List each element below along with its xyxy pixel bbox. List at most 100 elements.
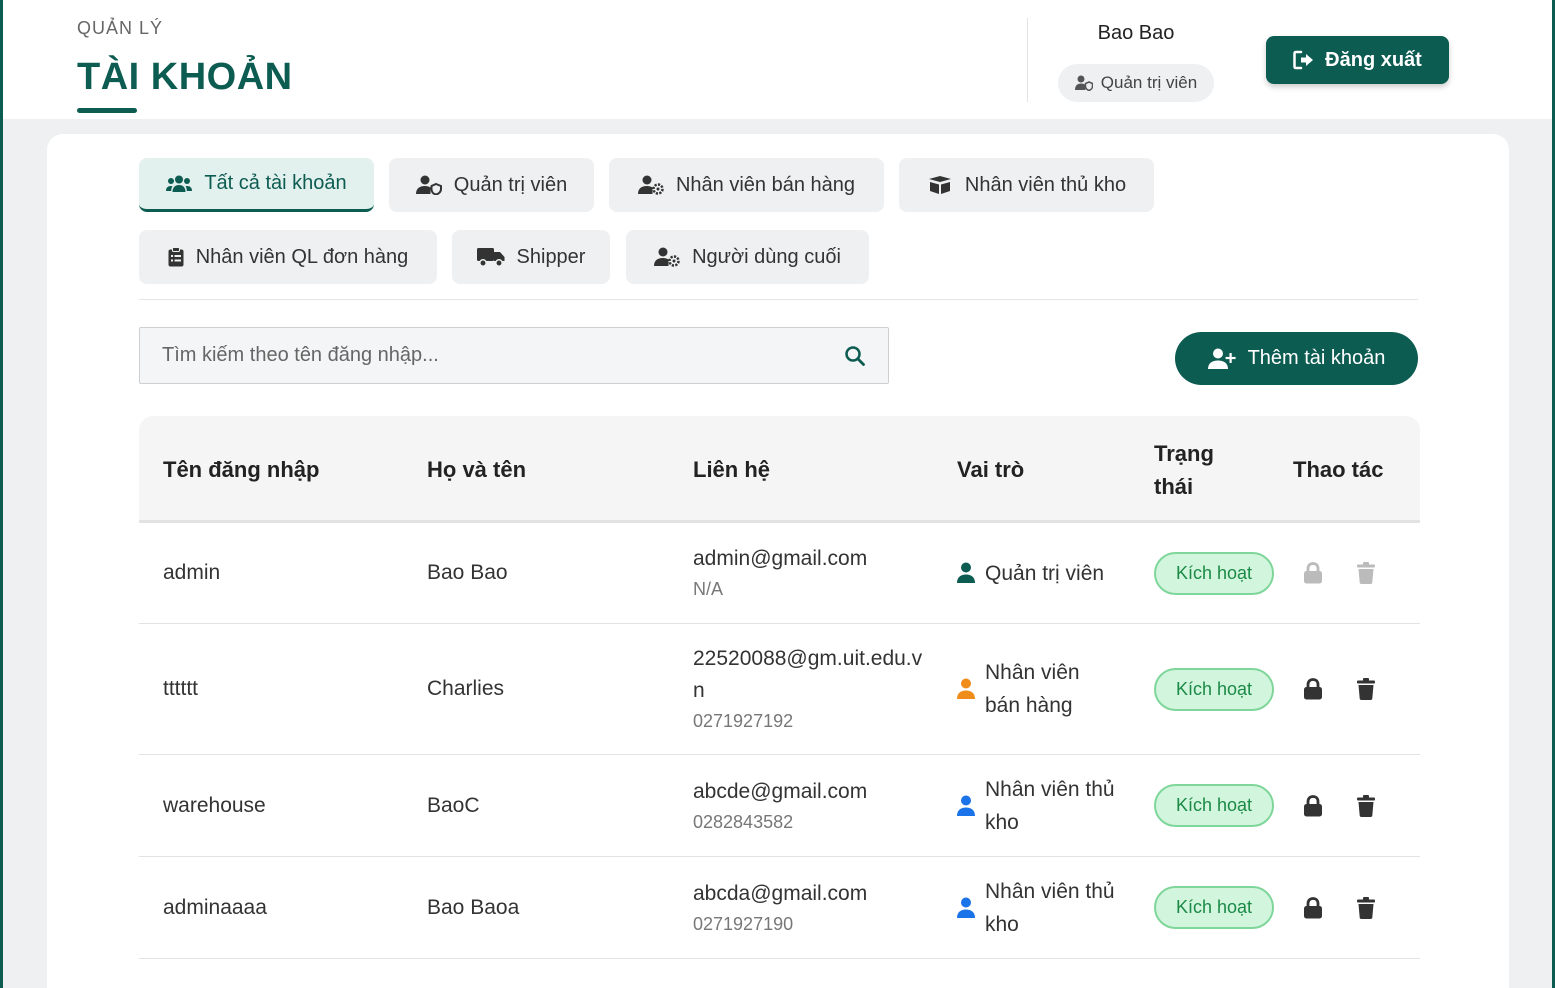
title-underline: [77, 108, 137, 113]
cell-status: Kích hoạt: [1154, 857, 1279, 958]
tab-order-staff[interactable]: Nhân viên QL đơn hàng: [139, 230, 437, 284]
contact-phone: 0271927190: [693, 913, 794, 934]
tab-sales-staff[interactable]: Nhân viên bán hàng: [609, 158, 884, 212]
cell-username: admin: [163, 561, 221, 584]
current-user-name: Bao Bao: [1097, 22, 1175, 44]
contact-phone: 0271927192: [693, 711, 794, 731]
cell-username: adminaaaa: [163, 895, 267, 919]
role-label: Nhân viên bán hàng: [985, 661, 1080, 717]
column-header-username[interactable]: Tên đăng nhập: [163, 416, 403, 523]
table-row[interactable]: warehouse BaoC abcde@gmail.com 028284358…: [139, 755, 1420, 857]
user-plus-icon: [1207, 348, 1236, 369]
user-shield-icon: [415, 175, 442, 195]
search-input[interactable]: [162, 344, 844, 367]
status-badge[interactable]: Kích hoạt: [1154, 784, 1274, 827]
role-label: Nhân viên thủ kho: [985, 777, 1115, 834]
current-user-role: Quản trị viên: [1100, 73, 1198, 92]
tab-admins[interactable]: Quản trị viên: [389, 158, 594, 212]
trash-icon[interactable]: [1357, 678, 1375, 700]
users-icon: [166, 175, 193, 192]
cell-contact: admin@gmail.com N/A: [693, 523, 938, 623]
role-label: Quản trị viên: [985, 561, 1105, 585]
tab-label: Nhân viên bán hàng: [675, 173, 856, 196]
tab-all-accounts[interactable]: Tất cả tài khoản: [139, 158, 374, 212]
cell-fullname: Bao Baoa: [427, 895, 520, 919]
tab-label: Shipper: [516, 245, 586, 268]
cell-status: Kích hoạt: [1154, 523, 1279, 623]
table-row[interactable]: admin Bao Bao admin@gmail.com N/A Quản t…: [139, 523, 1420, 624]
cell-role: Nhân viên thủ kho: [957, 857, 1137, 958]
tab-label: Nhân viên thủ kho: [964, 173, 1127, 196]
role-label: Nhân viên thủ kho: [985, 879, 1115, 936]
cell-username: tttttt: [163, 677, 199, 700]
search-box: [139, 327, 889, 384]
lock-icon[interactable]: [1303, 794, 1323, 817]
logout-button[interactable]: Đăng xuất: [1266, 36, 1449, 84]
accounts-card: Tất cả tài khoản Quản trị viên Nhân viên…: [47, 134, 1509, 988]
header-divider: [1027, 18, 1028, 102]
lock-icon[interactable]: [1303, 562, 1323, 584]
add-account-label: Thêm tài khoản: [1247, 347, 1386, 369]
cell-role: Nhân viên bán hàng: [957, 624, 1137, 754]
cell-contact: abcde@gmail.com 0282843582: [693, 755, 938, 856]
clipboard-icon: [168, 247, 184, 267]
tab-shipper[interactable]: Shipper: [452, 230, 610, 284]
contact-email: admin@gmail.com: [693, 547, 868, 570]
search-icon[interactable]: [844, 345, 866, 367]
cell-status: Kích hoạt: [1154, 624, 1279, 754]
cell-role: Nhân viên thủ kho: [957, 755, 1137, 856]
table-row[interactable]: [139, 959, 1420, 988]
truck-icon: [476, 248, 505, 267]
lock-icon[interactable]: [1303, 678, 1323, 700]
page-title: TÀI KHOẢN: [77, 56, 293, 98]
cell-fullname: Bao Bao: [427, 561, 508, 584]
trash-icon[interactable]: [1357, 562, 1375, 584]
trash-icon[interactable]: [1357, 896, 1375, 919]
tab-label: Nhân viên QL đơn hàng: [195, 245, 409, 268]
column-header-role[interactable]: Vai trò: [957, 416, 1127, 523]
logout-icon: [1293, 50, 1314, 70]
tab-label: Quản trị viên: [453, 173, 568, 196]
tab-label: Tất cả tài khoản: [204, 172, 347, 194]
table-row[interactable]: adminaaaa Bao Baoa abcda@gmail.com 02719…: [139, 857, 1420, 959]
add-account-button[interactable]: Thêm tài khoản: [1175, 332, 1418, 385]
cell-fullname: BaoC: [427, 793, 480, 817]
user-gear-icon: [637, 175, 664, 195]
current-user-role-chip: Quản trị viên: [1058, 64, 1214, 102]
tabs-divider: [139, 299, 1418, 300]
cell-role: Quản trị viên: [957, 523, 1137, 623]
trash-icon[interactable]: [1357, 794, 1375, 817]
contact-email: abcda@gmail.com: [693, 881, 868, 905]
user-icon: [957, 562, 975, 583]
cell-actions: [1293, 755, 1418, 856]
cell-fullname: Charlies: [427, 677, 505, 700]
status-badge[interactable]: Kích hoạt: [1154, 667, 1274, 711]
status-badge[interactable]: Kích hoạt: [1154, 551, 1274, 595]
contact-email: abcde@gmail.com: [693, 779, 868, 803]
table-header: Tên đăng nhập Họ và tên Liên hệ Vai trò …: [139, 416, 1420, 523]
cell-contact: abcda@gmail.com 0271927190: [693, 857, 938, 958]
column-header-contact[interactable]: Liên hệ: [693, 416, 933, 523]
cell-actions: [1293, 523, 1418, 623]
column-header-status[interactable]: Trạng thái: [1154, 416, 1234, 523]
page-header: QUẢN LÝ TÀI KHOẢN Bao Bao Quản trị viên …: [3, 0, 1552, 119]
contact-phone: 0282843582: [693, 811, 794, 832]
logout-label: Đăng xuất: [1325, 48, 1422, 71]
cell-actions: [1293, 624, 1418, 754]
user-gear-icon: [654, 247, 680, 267]
lock-icon[interactable]: [1303, 896, 1323, 919]
contact-email: 22520088@gm.uit.edu.vn: [693, 647, 923, 702]
tab-label: Người dùng cuối: [692, 245, 841, 268]
tab-warehouse-staff[interactable]: Nhân viên thủ kho: [899, 158, 1154, 212]
status-badge[interactable]: Kích hoạt: [1154, 886, 1274, 929]
table-row[interactable]: tttttt Charlies 22520088@gm.uit.edu.vn 0…: [139, 624, 1420, 755]
tab-end-users[interactable]: Người dùng cuối: [626, 230, 869, 284]
user-shield-icon: [1074, 75, 1093, 91]
page-eyebrow: QUẢN LÝ: [77, 18, 164, 38]
contact-phone: N/A: [693, 579, 724, 599]
cell-actions: [1293, 857, 1418, 958]
column-header-actions: Thao tác: [1293, 457, 1384, 482]
box-icon: [928, 176, 951, 194]
column-header-fullname[interactable]: Họ và tên: [427, 416, 667, 523]
accounts-table: Tên đăng nhập Họ và tên Liên hệ Vai trò …: [139, 416, 1420, 988]
